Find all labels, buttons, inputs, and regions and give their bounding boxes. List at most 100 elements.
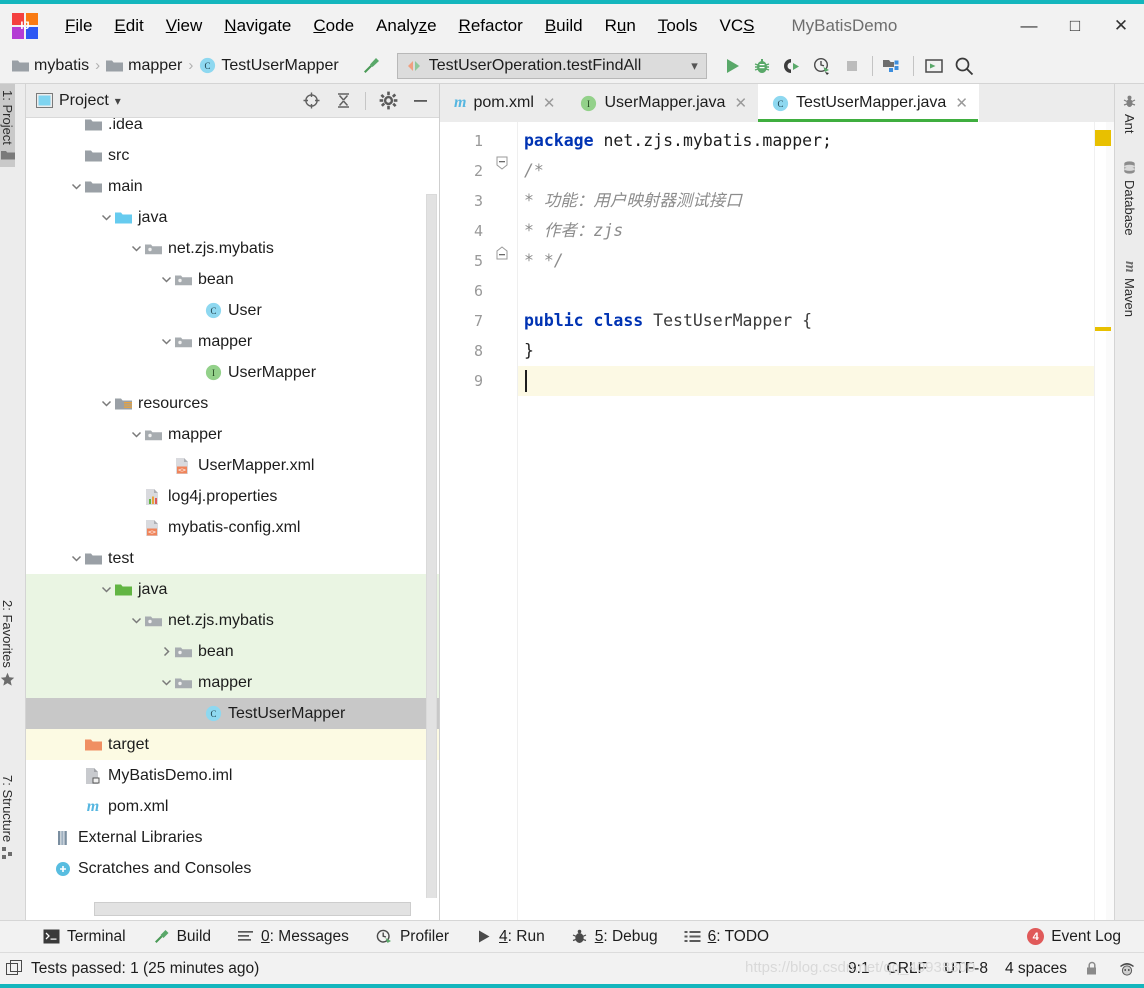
tree-expander[interactable] (190, 707, 203, 720)
hammer-icon[interactable] (357, 53, 383, 79)
locate-file-icon[interactable] (298, 88, 324, 114)
hide-panel-icon[interactable] (407, 88, 433, 114)
marker-bar[interactable] (1094, 122, 1114, 920)
tree-node-user[interactable]: C User (26, 295, 439, 326)
bottom-tool-profiler[interactable]: Profiler (362, 926, 462, 948)
sidebar-item-favorites[interactable]: 2: Favorites (0, 594, 15, 693)
breadcrumb-item-testusermapper[interactable]: C TestUserMapper (195, 55, 342, 77)
breadcrumb-item-mybatis[interactable]: mybatis (8, 55, 93, 77)
tree-expander[interactable] (130, 428, 143, 441)
tree-expander[interactable] (70, 769, 83, 782)
tree-node-src[interactable]: src (26, 140, 439, 171)
tree-node-java[interactable]: java (26, 574, 439, 605)
profile-button[interactable] (807, 51, 837, 81)
code-editor[interactable]: 1 2 3 4 5 6 7 8 9 package net.zjs.mybatis.mapper… (440, 122, 1114, 920)
bottom-tool-4-run[interactable]: 4: Run (462, 926, 558, 948)
tree-expander[interactable] (70, 118, 83, 131)
project-tree-horizontal-scrollbar[interactable] (26, 898, 439, 920)
tree-node-bean[interactable]: bean (26, 636, 439, 667)
close-icon[interactable]: ✕ (543, 94, 556, 112)
stop-button[interactable] (837, 51, 867, 81)
settings-gear-icon[interactable] (375, 88, 401, 114)
search-everywhere-button[interactable] (949, 51, 979, 81)
tree-expander[interactable] (100, 211, 113, 224)
tree-expander[interactable] (100, 397, 113, 410)
tree-expander[interactable] (160, 335, 173, 348)
sidebar-item-project[interactable]: 1: Project (0, 84, 15, 167)
tree-expander[interactable] (160, 676, 173, 689)
editor-tab-testusermapper-java[interactable]: C TestUserMapper.java ✕ (758, 84, 979, 122)
tree-expander[interactable] (160, 645, 173, 658)
chevron-down-icon[interactable]: ▾ (691, 58, 698, 74)
code-fold-toggle[interactable] (496, 246, 509, 276)
editor-tab-usermapper-java[interactable]: I UserMapper.java ✕ (566, 84, 758, 122)
bottom-tool-0-messages[interactable]: 0: Messages (224, 926, 362, 948)
menu-item-navigate[interactable]: Navigate (213, 12, 302, 40)
bottom-tool-build[interactable]: Build (139, 926, 224, 948)
caret-position[interactable]: 9:1 (848, 960, 870, 978)
editor-tab-pom-xml[interactable]: m pom.xml ✕ (440, 84, 566, 122)
tree-node-net-zjs-mybatis[interactable]: net.zjs.mybatis (26, 233, 439, 264)
lock-icon[interactable] (1084, 960, 1101, 977)
indent-setting[interactable]: 4 spaces (1005, 960, 1067, 978)
tree-node-java[interactable]: java (26, 202, 439, 233)
tree-expander[interactable] (70, 800, 83, 813)
tree-expander[interactable] (100, 583, 113, 596)
tree-node-pom-xml[interactable]: m pom.xml (26, 791, 439, 822)
layout-button[interactable] (919, 51, 949, 81)
tree-expander[interactable] (160, 459, 173, 472)
minimize-button[interactable]: — (1006, 4, 1052, 48)
menu-item-tools[interactable]: Tools (647, 12, 709, 40)
editor-marker-change[interactable] (1095, 327, 1111, 331)
tree-node-usermapper[interactable]: I UserMapper (26, 357, 439, 388)
bottom-tool-5-debug[interactable]: 5: Debug (558, 926, 671, 948)
tree-node-external-libraries[interactable]: External Libraries (26, 822, 439, 853)
tree-expander[interactable] (160, 273, 173, 286)
tree-node-bean[interactable]: bean (26, 264, 439, 295)
tree-expander[interactable] (40, 862, 53, 875)
run-configuration-selector[interactable]: TestUserOperation.testFindAll ▾ (396, 52, 707, 79)
tree-node-main[interactable]: main (26, 171, 439, 202)
tree-node-usermapper-xml[interactable]: <> UserMapper.xml (26, 450, 439, 481)
tree-node-testusermapper[interactable]: C TestUserMapper (26, 698, 439, 729)
tree-expander[interactable] (130, 521, 143, 534)
editor-vertical-scrollbar[interactable] (1106, 122, 1114, 920)
breadcrumb-item-mapper[interactable]: mapper (102, 55, 186, 77)
collapse-all-icon[interactable] (330, 88, 356, 114)
tree-expander[interactable] (40, 831, 53, 844)
code-fold-toggle[interactable] (496, 156, 509, 186)
tree-expander[interactable] (190, 366, 203, 379)
tree-expander[interactable] (70, 149, 83, 162)
close-icon[interactable]: ✕ (955, 94, 968, 112)
tree-expander[interactable] (70, 738, 83, 751)
tree-node-mapper[interactable]: mapper (26, 326, 439, 357)
sidebar-item-database[interactable]: Database (1122, 160, 1137, 235)
project-structure-button[interactable] (878, 51, 908, 81)
tree-node-target[interactable]: target (26, 729, 439, 760)
tree-node-log4j-properties[interactable]: log4j.properties (26, 481, 439, 512)
tree-node-mybatis-config-xml[interactable]: <> mybatis-config.xml (26, 512, 439, 543)
project-tree-vertical-scrollbar[interactable] (426, 158, 437, 898)
tree-expander[interactable] (190, 304, 203, 317)
menu-item-build[interactable]: Build (534, 12, 594, 40)
sidebar-item-ant[interactable]: Ant (1122, 94, 1137, 134)
menu-item-file[interactable]: File (54, 12, 103, 40)
tree-expander[interactable] (70, 180, 83, 193)
hector-icon[interactable] (1118, 960, 1136, 978)
close-button[interactable]: ✕ (1098, 4, 1144, 48)
bottom-tool-6-todo[interactable]: 6: TODO (671, 926, 782, 948)
tree-expander[interactable] (70, 552, 83, 565)
menu-item-edit[interactable]: Edit (103, 12, 154, 40)
menu-item-run[interactable]: Run (594, 12, 647, 40)
tree-node-mybatisdemo-iml[interactable]: MyBatisDemo.iml (26, 760, 439, 791)
tree-expander[interactable] (130, 242, 143, 255)
tree-node-test[interactable]: test (26, 543, 439, 574)
tree-node-net-zjs-mybatis[interactable]: net.zjs.mybatis (26, 605, 439, 636)
menu-item-vcs[interactable]: VCS (709, 12, 766, 40)
debug-button[interactable] (747, 51, 777, 81)
tree-expander[interactable] (130, 614, 143, 627)
close-icon[interactable]: ✕ (734, 94, 747, 112)
editor-marker-warning[interactable] (1095, 130, 1111, 146)
tree-node-mapper[interactable]: mapper (26, 419, 439, 450)
maximize-button[interactable]: □ (1052, 4, 1098, 48)
